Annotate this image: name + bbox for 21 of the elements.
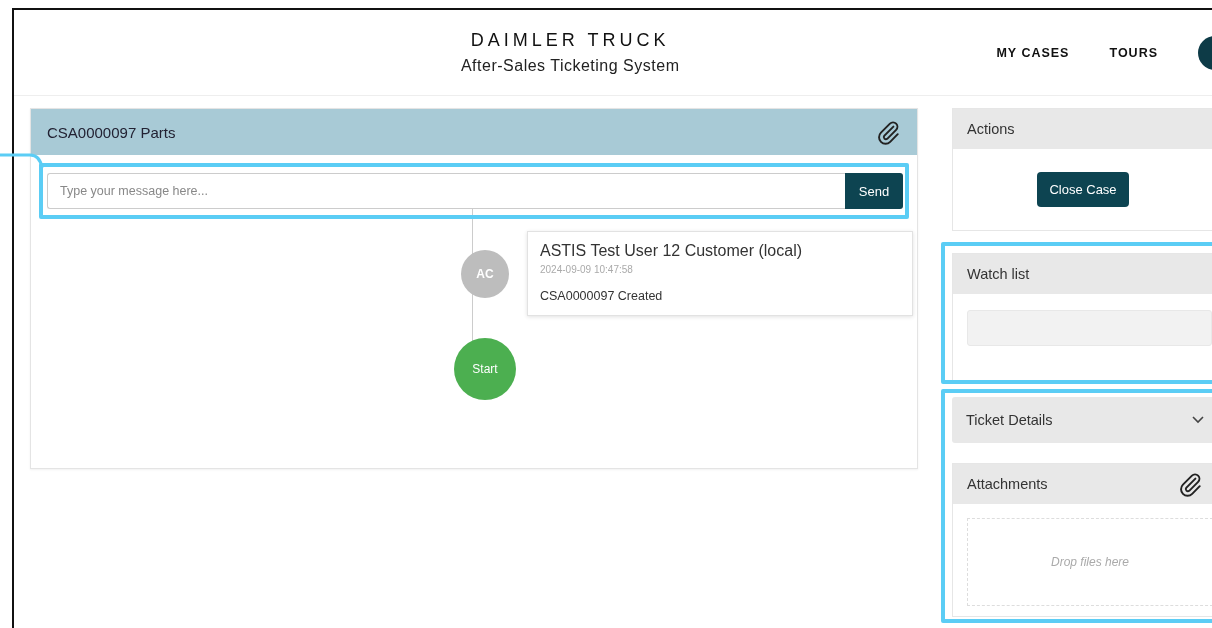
app-subtitle: After-Sales Ticketing System [460,57,680,75]
close-case-button[interactable]: Close Case [1037,172,1129,207]
card-title: Attachments [967,476,1048,492]
paperclip-icon[interactable] [875,119,901,145]
chevron-icon[interactable] [1192,416,1204,424]
ticket-details-header[interactable]: Ticket Details [952,397,1212,443]
case-title: CSA0000097 Parts [47,123,176,141]
author-name: ASTIS Test User 12 Customer (local) [540,242,803,260]
send-button[interactable]: Send [845,173,903,209]
message-field[interactable]: Type your message here... [47,173,845,209]
card-title: Watch list [967,266,1030,282]
nav-link[interactable]: TOURS [1109,45,1158,60]
card-title: Ticket Details [966,412,1053,428]
paperclip-icon[interactable] [1177,471,1203,497]
nav-link[interactable]: MY CASES [996,45,1070,60]
avatar-circle: AC [461,249,509,298]
event-text: CSA0000097 Created [540,289,664,303]
start-node: Start [454,338,516,400]
card-title: Actions [967,121,1015,137]
brand-name: DAIMLER TRUCK [470,30,670,51]
timestamp: 2024-09-09 10:47:58 [540,264,634,275]
